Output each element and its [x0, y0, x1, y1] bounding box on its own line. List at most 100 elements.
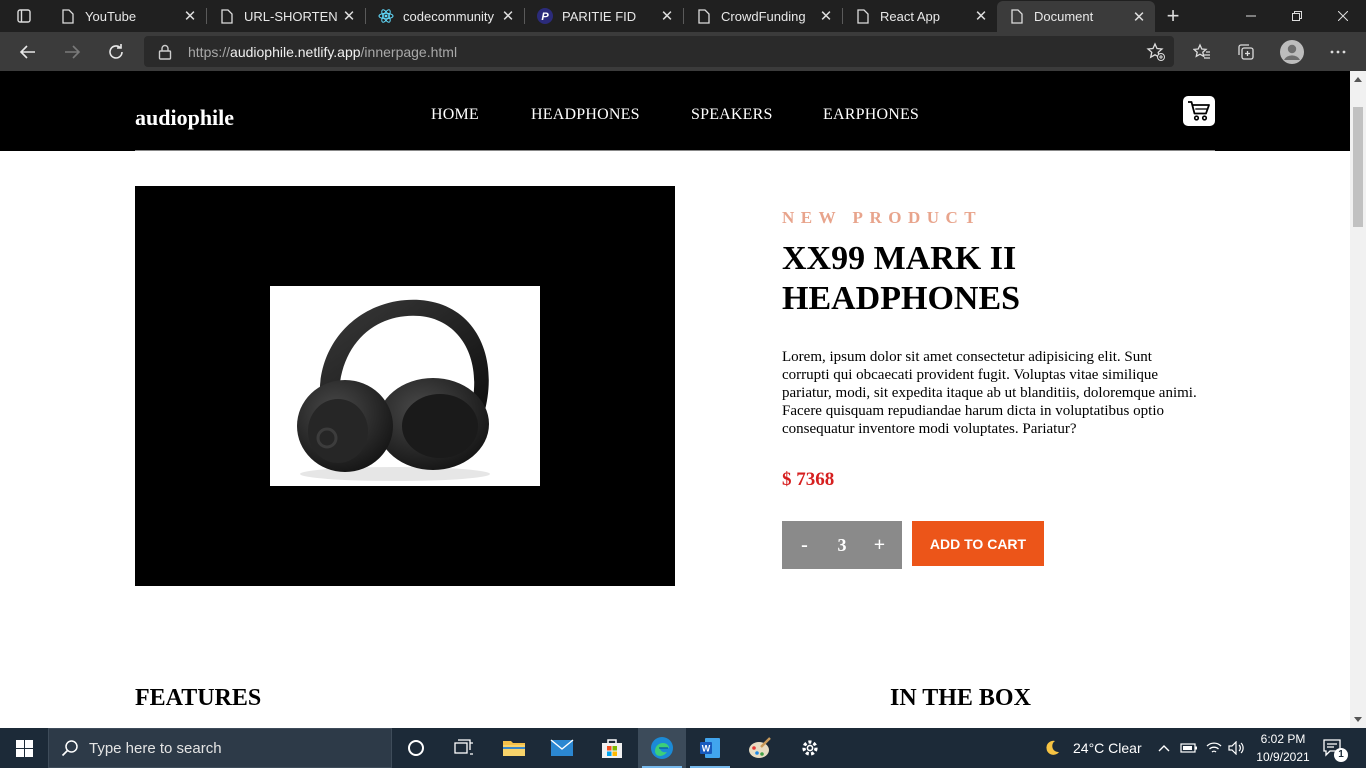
quantity-value[interactable]: 3 [827, 535, 857, 556]
nav-home[interactable]: HOME [431, 106, 479, 124]
scroll-down-icon[interactable] [1354, 717, 1362, 722]
action-center-button[interactable]: 1 [1322, 728, 1348, 768]
cortana-button[interactable] [392, 728, 440, 768]
url-scheme: https:// [188, 43, 231, 60]
back-button[interactable] [12, 36, 44, 68]
tab-title: YouTube [85, 8, 137, 24]
browser-tab-strip: YouTube ✕ URL-SHORTENING ✕ codecommunity… [0, 0, 1366, 32]
cortana-icon [408, 740, 424, 756]
close-tab-icon[interactable]: ✕ [1127, 5, 1151, 29]
url-path: /innerpage.html [360, 43, 458, 60]
show-hidden-icons-button[interactable] [1158, 728, 1170, 768]
favorites-button[interactable] [1186, 36, 1218, 68]
task-view-button[interactable] [440, 728, 488, 768]
network-button[interactable] [1206, 728, 1222, 768]
plus-icon: + [1166, 3, 1180, 28]
header-divider [135, 150, 1215, 151]
product-title-line: XX99 MARK II [782, 240, 1017, 277]
mail-icon [550, 739, 574, 756]
site-logo[interactable]: audiophile [135, 105, 234, 131]
moon-icon [1046, 740, 1059, 755]
close-tab-icon[interactable]: ✕ [655, 4, 679, 28]
close-tab-icon[interactable]: ✕ [178, 4, 202, 28]
wifi-icon [1206, 742, 1222, 753]
close-tab-icon[interactable]: ✕ [814, 4, 838, 28]
quantity-stepper: - 3 + [782, 521, 902, 569]
nav-earphones[interactable]: EARPHONES [823, 106, 919, 124]
lock-icon[interactable] [158, 44, 174, 60]
speaker-icon [1228, 741, 1244, 755]
url-text[interactable]: https://audiophile.netlify.app/innerpage… [188, 44, 457, 60]
tab-paritie-fid[interactable]: P PARITIE FID ✕ [525, 0, 683, 32]
more-icon [1330, 50, 1346, 54]
new-tab-button[interactable]: + [1160, 3, 1186, 28]
add-favorite-button[interactable] [1146, 42, 1166, 62]
notification-count-badge: 1 [1334, 748, 1348, 762]
browser-toolbar: https://audiophile.netlify.app/innerpage… [0, 32, 1366, 71]
collections-icon [1238, 44, 1254, 60]
store-app[interactable] [588, 728, 636, 768]
refresh-button[interactable] [100, 36, 132, 68]
product-photo [270, 286, 540, 486]
page-icon [696, 8, 712, 24]
settings-more-button[interactable] [1322, 36, 1354, 68]
refresh-icon [109, 44, 123, 59]
tab-react-app[interactable]: React App ✕ [843, 0, 997, 32]
scrollbar-thumb[interactable] [1353, 107, 1363, 227]
taskbar-search-box[interactable]: Type here to search [48, 728, 392, 768]
close-tab-icon[interactable]: ✕ [337, 4, 361, 28]
tab-actions-button[interactable] [0, 0, 48, 32]
tab-url-shortening[interactable]: URL-SHORTENING ✕ [207, 0, 365, 32]
edge-browser-app[interactable] [638, 728, 686, 768]
profile-button[interactable] [1276, 36, 1308, 68]
p-logo-icon: P [537, 8, 553, 24]
collections-button[interactable] [1230, 36, 1262, 68]
add-to-cart-button[interactable]: ADD TO CART [912, 521, 1044, 566]
clock-time: 6:02 PM [1260, 732, 1306, 746]
nav-speakers[interactable]: SPEAKERS [691, 106, 773, 124]
close-window-button[interactable] [1320, 0, 1366, 32]
settings-app[interactable] [786, 728, 834, 768]
address-bar[interactable]: https://audiophile.netlify.app/innerpage… [144, 36, 1174, 67]
restore-button[interactable] [1274, 0, 1320, 32]
windows-taskbar: Type here to search W 24°C Clear 6:02 PM… [0, 728, 1366, 768]
increase-quantity-button[interactable]: + [857, 534, 902, 557]
search-placeholder: Type here to search [89, 739, 222, 757]
paint-app[interactable] [736, 728, 784, 768]
weather-widget[interactable]: 24°C Clear [1043, 728, 1142, 768]
scroll-up-icon[interactable] [1354, 77, 1362, 82]
headphones-image [297, 299, 490, 481]
cart-icon [1188, 101, 1210, 121]
mail-app[interactable] [538, 728, 586, 768]
start-button[interactable] [0, 728, 48, 768]
tab-actions-icon [17, 9, 31, 23]
page-icon [60, 8, 76, 24]
forward-button[interactable] [56, 36, 88, 68]
search-icon [61, 738, 81, 758]
file-explorer-app[interactable] [490, 728, 538, 768]
word-app[interactable]: W [686, 728, 734, 768]
svg-text:P: P [541, 11, 549, 23]
features-heading: FEATURES [135, 685, 262, 711]
folder-icon [503, 741, 525, 756]
minimize-button[interactable] [1228, 0, 1274, 32]
tab-crowdfunding[interactable]: CrowdFunding ✕ [684, 0, 842, 32]
volume-button[interactable] [1228, 728, 1246, 768]
close-tab-icon[interactable]: ✕ [496, 4, 520, 28]
decrease-quantity-button[interactable]: - [782, 534, 827, 557]
clock-date: 10/9/2021 [1256, 750, 1310, 764]
product-title-line: HEADPHONES [782, 280, 1021, 317]
nav-headphones[interactable]: HEADPHONES [531, 106, 640, 124]
battery-button[interactable] [1180, 728, 1198, 768]
page-scrollbar[interactable] [1350, 71, 1366, 728]
arrow-right-icon [65, 45, 81, 59]
svg-text:W: W [702, 744, 711, 754]
system-clock[interactable]: 6:02 PM 10/9/2021 [1248, 730, 1318, 766]
tab-document[interactable]: Document ✕ [997, 1, 1155, 32]
url-host: audiophile.netlify.app [230, 43, 361, 60]
tab-youtube[interactable]: YouTube ✕ [48, 0, 206, 32]
tab-title: CrowdFunding [721, 8, 806, 24]
close-tab-icon[interactable]: ✕ [969, 4, 993, 28]
tab-codecommunity[interactable]: codecommunity ✕ [366, 0, 524, 32]
cart-button[interactable] [1183, 96, 1215, 126]
